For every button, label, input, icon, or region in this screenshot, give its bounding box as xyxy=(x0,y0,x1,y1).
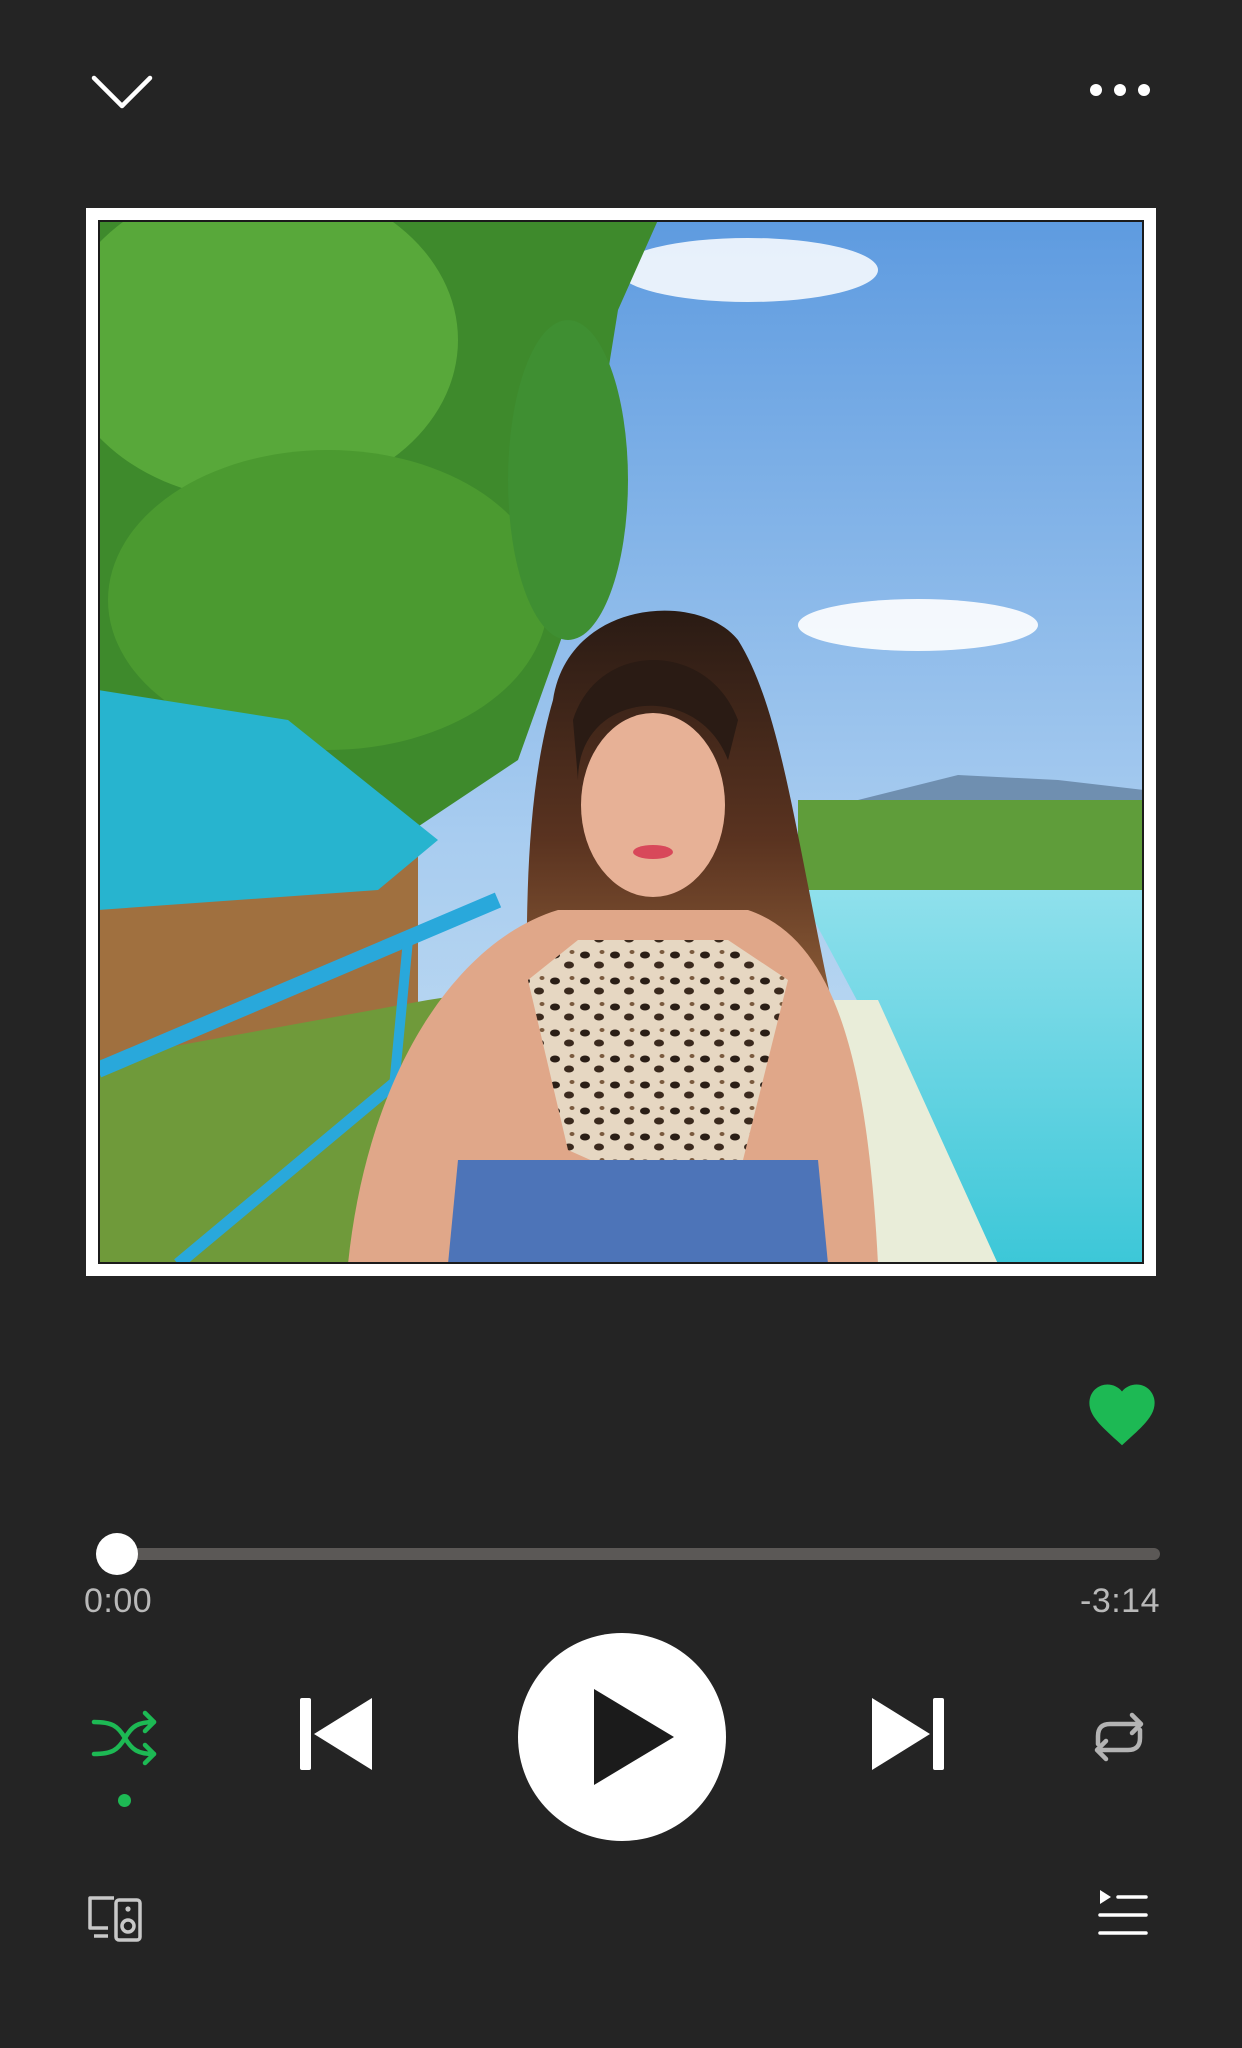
chevron-down-icon xyxy=(91,75,153,109)
repeat-icon xyxy=(1094,1712,1144,1762)
queue-icon xyxy=(1098,1890,1148,1935)
shuffle-icon xyxy=(91,1710,157,1766)
progress-knob[interactable] xyxy=(96,1533,138,1575)
more-options-button[interactable] xyxy=(1080,70,1160,110)
more-options-icon xyxy=(1090,84,1150,96)
elapsed-time: 0:00 xyxy=(84,1582,153,1620)
skip-next-icon xyxy=(872,1698,944,1770)
skip-previous-icon xyxy=(300,1698,372,1770)
connect-devices-icon xyxy=(88,1896,142,1942)
connect-devices-button[interactable] xyxy=(84,1892,144,1944)
like-button[interactable] xyxy=(1084,1378,1160,1448)
next-button[interactable] xyxy=(868,1694,948,1774)
album-art xyxy=(98,220,1144,1264)
album-art-frame xyxy=(86,208,1156,1276)
queue-button[interactable] xyxy=(1096,1888,1150,1940)
shuffle-active-indicator xyxy=(118,1794,131,1807)
remaining-time: -3:14 xyxy=(1080,1582,1160,1620)
repeat-button[interactable] xyxy=(1086,1708,1152,1766)
play-button[interactable] xyxy=(518,1633,726,1841)
collapse-button[interactable] xyxy=(84,62,160,118)
play-icon xyxy=(594,1689,674,1785)
progress-track[interactable] xyxy=(96,1548,1160,1560)
shuffle-button[interactable] xyxy=(88,1708,162,1768)
previous-button[interactable] xyxy=(296,1694,376,1774)
heart-icon xyxy=(1089,1384,1155,1446)
